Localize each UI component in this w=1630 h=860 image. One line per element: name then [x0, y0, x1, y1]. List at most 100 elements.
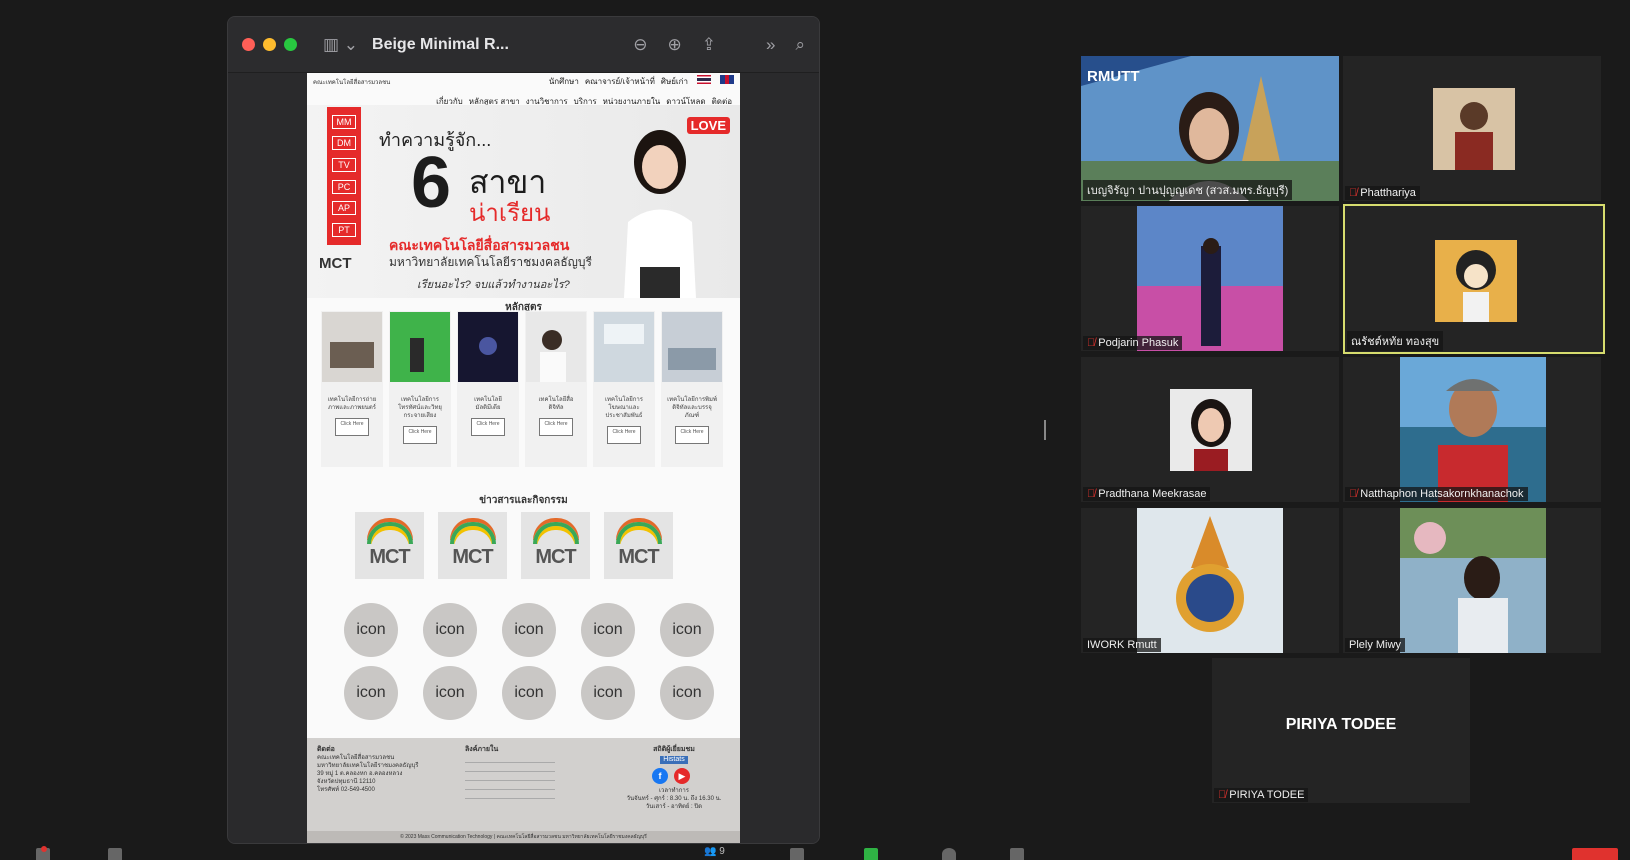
footer-contact: ติดต่อ คณะเทคโนโลยีสื่อสารมวลชน มหาวิทยา…	[317, 746, 418, 794]
window-titlebar[interactable]: ▥ ⌄ Beige Minimal R... ⊖ ⊕ ⇪ » ⌕	[228, 17, 819, 73]
uk-flag-icon[interactable]	[720, 75, 734, 84]
footer-links: ลิงค์ภายใน	[465, 746, 555, 799]
participant-video	[1400, 508, 1546, 653]
placeholder-icon[interactable]: icon	[660, 603, 714, 657]
placeholder-icon[interactable]: icon	[502, 666, 556, 720]
participant-name: Natthaphon Hatsakornkhanachok	[1360, 488, 1524, 500]
participant-name: Podjarin Phasuk	[1098, 337, 1179, 349]
course-click-button[interactable]: Click Here	[335, 418, 369, 436]
news-title: ข่าวสารและกิจกรรม	[479, 495, 568, 506]
news-logo-text: MCT	[535, 546, 576, 568]
minimize-window-button[interactable]	[263, 38, 276, 51]
placeholder-icon[interactable]: icon	[344, 603, 398, 657]
placeholder-icon[interactable]: icon	[423, 603, 477, 657]
share-icon[interactable]: ⇪	[702, 35, 716, 55]
record-icon[interactable]	[942, 848, 956, 860]
placeholder-icon[interactable]: icon	[581, 666, 635, 720]
placeholder-icon[interactable]: icon	[502, 603, 556, 657]
top-nav-item[interactable]: คณาจารย์/เจ้าหน้าที่	[585, 75, 655, 86]
course-card[interactable]: เทคโนโลยีการถ่ายภาพและภาพยนตร์ Click Her…	[321, 311, 383, 467]
facebook-icon[interactable]: f	[652, 768, 668, 784]
participant-name: ณรัชต์หทัย ทองสุข	[1347, 331, 1444, 351]
placeholder-icon[interactable]: icon	[660, 666, 714, 720]
footer-link-placeholder[interactable]	[465, 798, 555, 799]
participant-name: PIRIYA TODEE	[1229, 789, 1305, 801]
preview-window[interactable]: ▥ ⌄ Beige Minimal R... ⊖ ⊕ ⇪ » ⌕ คณะเทคโ…	[227, 16, 820, 844]
muted-mic-icon: 🎙̸	[1349, 488, 1358, 500]
reactions-icon[interactable]	[1010, 848, 1024, 860]
participant-tile[interactable]: 🎙̸ Natthaphon Hatsakornkhanachok	[1343, 357, 1601, 502]
program-tags: MM DM TV PC AP PT	[327, 107, 361, 245]
zoom-in-icon[interactable]: ⊕	[668, 35, 682, 55]
end-meeting-button[interactable]	[1572, 848, 1618, 860]
mct-logo: MCT	[319, 255, 352, 272]
participant-video	[1137, 206, 1283, 351]
hero-number: 6	[411, 143, 452, 223]
course-card[interactable]: เทคโนโลยีการพิมพ์ดิจิทัลและบรรจุภัณฑ์ Cl…	[661, 311, 723, 467]
footer-link-placeholder[interactable]	[465, 789, 555, 790]
split-divider[interactable]	[1044, 420, 1046, 440]
participant-tile[interactable]: IWORK Rmutt	[1081, 508, 1339, 653]
course-card[interactable]: เทคโนโลยีการโฆษณาและประชาสัมพันธ์ Click …	[593, 311, 655, 467]
participant-tile[interactable]: 🎙̸ Pradthana Meekrasae	[1081, 357, 1339, 502]
placeholder-icon[interactable]: icon	[423, 666, 477, 720]
placeholder-icon[interactable]: icon	[581, 603, 635, 657]
participants-icon[interactable]: 👥 9	[704, 846, 725, 857]
zoom-out-icon[interactable]: ⊖	[633, 35, 647, 55]
news-card[interactable]: MCT	[438, 512, 507, 579]
footer-contact-line: คณะเทคโนโลยีสื่อสารมวลชน	[317, 755, 395, 761]
chat-icon[interactable]	[790, 848, 804, 860]
histats-badge[interactable]: Histats	[660, 756, 688, 764]
program-tag: PC	[332, 179, 356, 194]
participant-tile[interactable]: PIRIYA TODEE 🎙̸ PIRIYA TODEE	[1212, 658, 1470, 803]
participant-name: IWORK Rmutt	[1083, 638, 1161, 652]
news-card[interactable]: MCT	[604, 512, 673, 579]
participant-tile-active-speaker[interactable]: ณรัชต์หทัย ทองสุข	[1343, 204, 1605, 354]
hero-university: มหาวิทยาลัยเทคโนโลยีราชมงคลธัญบุรี	[389, 255, 592, 269]
course-click-button[interactable]: Click Here	[471, 418, 505, 436]
course-photo	[594, 312, 654, 382]
footer-link-placeholder[interactable]	[465, 780, 555, 781]
news-card[interactable]: MCT	[521, 512, 590, 579]
top-nav-item[interactable]: นักศึกษา	[549, 75, 579, 86]
participant-avatar	[1170, 389, 1252, 471]
course-click-button[interactable]: Click Here	[539, 418, 573, 436]
thai-flag-icon[interactable]	[697, 75, 711, 84]
course-name: เทคโนโลยีสื่อดิจิทัล	[538, 397, 574, 411]
course-name: เทคโนโลยีการโทรทัศน์และวิทยุกระจายเสียง	[398, 397, 442, 419]
participant-name: Phatthariya	[1360, 187, 1416, 199]
participant-display-name: PIRIYA TODEE	[1285, 716, 1397, 733]
participant-tile[interactable]: RMUTT เบญจิรัญา ปานปุญญเดช (สวส.มทร.ธัญบ…	[1081, 56, 1339, 201]
course-card[interactable]: เทคโนโลยีมัลติมีเดีย Click Here	[457, 311, 519, 467]
participant-tile[interactable]: 🎙̸ Podjarin Phasuk	[1081, 206, 1339, 351]
course-card[interactable]: เทคโนโลยีการโทรทัศน์และวิทยุกระจายเสียง …	[389, 311, 451, 467]
footer-link-placeholder[interactable]	[465, 771, 555, 772]
footer-link-placeholder[interactable]	[465, 762, 555, 763]
course-photo	[662, 312, 722, 382]
course-name: เทคโนโลยีการพิมพ์ดิจิทัลและบรรจุภัณฑ์	[667, 397, 717, 419]
course-click-button[interactable]: Click Here	[607, 426, 641, 444]
muted-mic-icon: 🎙̸	[1087, 337, 1096, 349]
maximize-window-button[interactable]	[284, 38, 297, 51]
course-card[interactable]: เทคโนโลยีสื่อดิจิทัล Click Here	[525, 311, 587, 467]
share-screen-icon[interactable]	[864, 848, 878, 860]
participant-tile[interactable]: 🎙̸ Phatthariya	[1343, 56, 1601, 201]
course-photo	[458, 312, 518, 382]
mct-arc-icon	[366, 522, 413, 544]
course-click-button[interactable]: Click Here	[675, 426, 709, 444]
course-photo	[322, 312, 382, 382]
course-photo	[390, 312, 450, 382]
more-icon[interactable]: »	[766, 35, 775, 55]
course-click-button[interactable]: Click Here	[403, 426, 437, 444]
close-window-button[interactable]	[242, 38, 255, 51]
footer-contact-line: 39 หมู่ 1 ต.คลองหก อ.คลองหลวง	[317, 771, 403, 777]
search-icon[interactable]: ⌕	[795, 35, 805, 55]
news-card[interactable]: MCT	[355, 512, 424, 579]
top-nav-item[interactable]: ศิษย์เก่า	[661, 75, 688, 86]
placeholder-icon[interactable]: icon	[344, 666, 398, 720]
sidebar-icon[interactable]: ▥ ⌄	[323, 35, 358, 55]
participant-tile[interactable]: Plely Miwy	[1343, 508, 1601, 653]
video-off-icon[interactable]	[108, 848, 122, 860]
youtube-icon[interactable]: ▶	[674, 768, 690, 784]
footer-hours-title: เวลาทำการ	[658, 788, 689, 794]
